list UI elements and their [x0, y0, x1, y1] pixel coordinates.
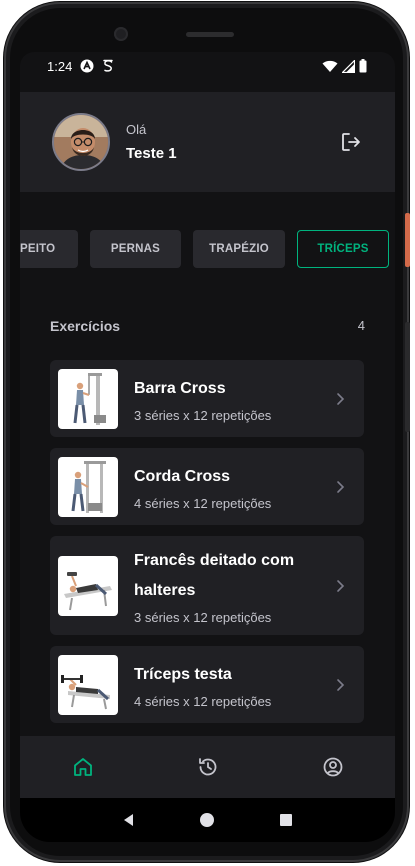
group-label: TRÍCEPS: [317, 243, 369, 255]
exercise-sets: 3 séries x 12 repetições: [134, 408, 272, 423]
user-name: Teste 1: [126, 145, 177, 162]
exercise-text: Corda Cross 4 séries x 12 repetições: [134, 462, 330, 511]
recents-icon[interactable]: [278, 812, 294, 828]
status-bar: 1:24: [20, 52, 395, 80]
notification-s-icon: [103, 59, 114, 72]
exercise-sets: 4 séries x 12 repetições: [134, 694, 272, 709]
bench-press-icon: [64, 571, 112, 610]
exercise-card[interactable]: Barra Cross 3 séries x 12 repetições: [50, 360, 364, 437]
group-tab-triceps[interactable]: TRÍCEPS: [297, 230, 389, 268]
exercise-thumbnail: [58, 654, 118, 715]
front-camera: [114, 27, 128, 41]
group-label: PEITO: [20, 243, 56, 255]
home-header: Olá Teste 1: [20, 92, 395, 192]
home-icon[interactable]: [71, 755, 95, 779]
app-screen: 1:24 Olá Teste 1 PEITO PERNAS TRAPÉZIO T…: [20, 52, 395, 798]
earpiece-speaker: [186, 32, 234, 37]
group-tab-trapezio[interactable]: TRAPÉZIO: [193, 230, 285, 268]
chevron-right-icon: [337, 480, 345, 493]
side-button-volume: [405, 322, 410, 432]
group-label: PERNAS: [110, 243, 161, 255]
status-time: 1:24: [47, 58, 73, 74]
android-nav-bar: [20, 798, 395, 842]
chevron-right-icon: [337, 678, 345, 691]
back-icon[interactable]: [121, 812, 137, 828]
skull-crusher-icon: [61, 674, 110, 709]
history-icon[interactable]: [196, 755, 220, 779]
logout-icon[interactable]: [339, 130, 363, 154]
exercise-name: Francês deitado com halteres: [134, 552, 295, 599]
group-tab-peito[interactable]: PEITO: [20, 230, 78, 268]
exercise-card[interactable]: Francês deitado com halteres 3 séries x …: [50, 536, 364, 635]
greeting-block: Olá Teste 1: [126, 122, 339, 162]
battery-icon: [359, 59, 367, 73]
notification-app-icon: [80, 59, 94, 73]
exercise-thumbnail: [58, 368, 118, 429]
profile-icon[interactable]: [321, 755, 345, 779]
exercise-card[interactable]: Tríceps testa 4 séries x 12 repetições: [50, 646, 364, 723]
bottom-tab-bar: [20, 736, 395, 798]
side-button-power: [405, 213, 410, 267]
exercise-name: Barra Cross: [134, 380, 226, 397]
cable-machine-icon: [71, 460, 106, 513]
exercises-count: 4: [357, 318, 365, 333]
group-tab-pernas[interactable]: PERNAS: [90, 230, 181, 268]
exercise-sets: 3 séries x 12 repetições: [134, 610, 272, 625]
exercises-title: Exercícios: [50, 318, 121, 334]
chevron-right-icon: [337, 392, 345, 405]
exercise-card[interactable]: Corda Cross 4 séries x 12 repetições: [50, 448, 364, 525]
signal-icon: [342, 59, 355, 73]
exercise-text: Tríceps testa 4 séries x 12 repetições: [134, 660, 330, 709]
group-label: TRAPÉZIO: [209, 243, 269, 255]
cable-machine-icon: [73, 372, 106, 425]
user-avatar[interactable]: [52, 113, 110, 171]
exercise-thumbnail: [58, 555, 118, 616]
greeting-text: Olá: [126, 122, 147, 137]
home-button-icon[interactable]: [199, 812, 215, 828]
exercise-sets: 4 séries x 12 repetições: [134, 496, 272, 511]
chevron-right-icon: [337, 579, 345, 592]
muscle-group-list[interactable]: PEITO PERNAS TRAPÉZIO TRÍCEPS: [20, 230, 395, 270]
exercises-header: Exercícios 4: [50, 318, 365, 334]
exercise-name: Tríceps testa: [134, 666, 232, 683]
exercise-text: Francês deitado com halteres 3 séries x …: [134, 546, 330, 625]
exercise-thumbnail: [58, 456, 118, 517]
exercise-name: Corda Cross: [134, 468, 231, 485]
wifi-icon: [322, 60, 338, 72]
exercise-text: Barra Cross 3 séries x 12 repetições: [134, 374, 330, 423]
avatar-photo-icon: [54, 115, 108, 169]
